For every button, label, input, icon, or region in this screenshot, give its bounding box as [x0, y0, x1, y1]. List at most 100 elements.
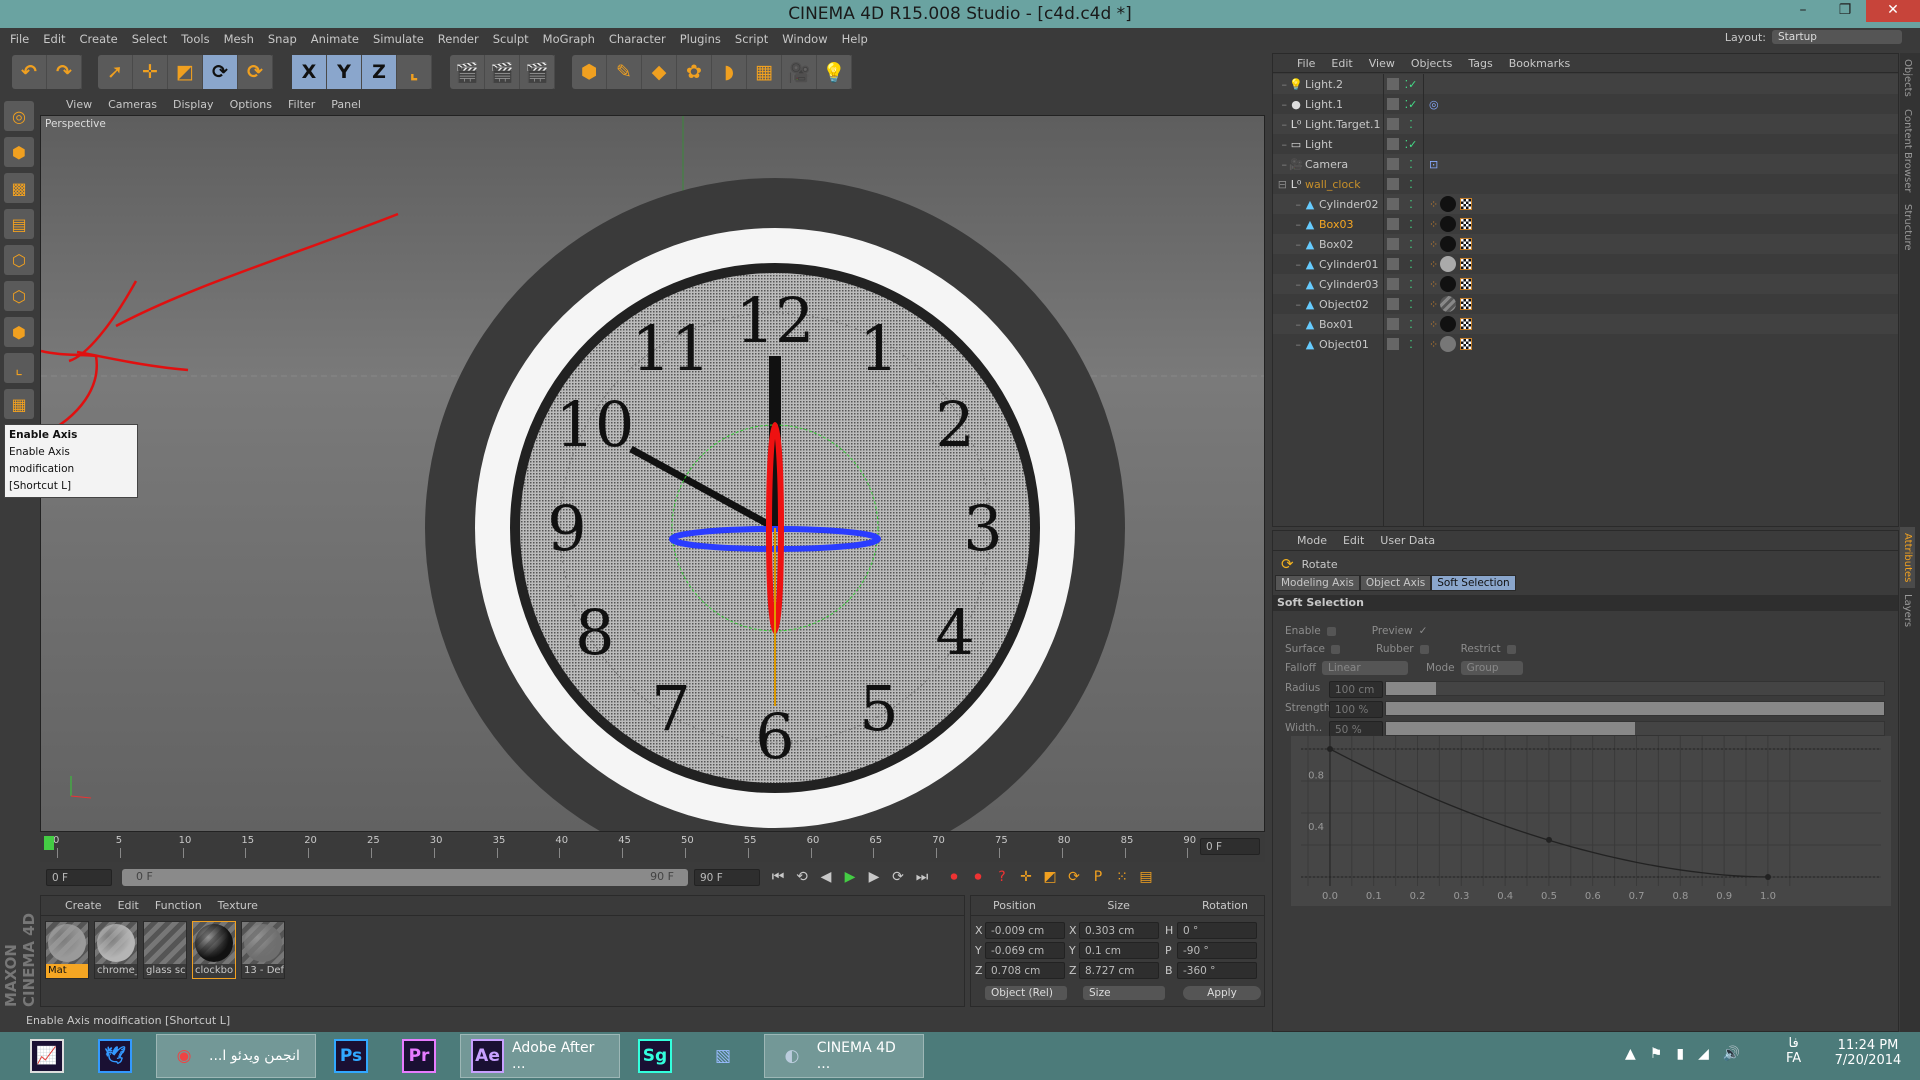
layout-dropdown[interactable]: Startup	[1772, 30, 1902, 44]
visibility-toggle[interactable]	[1387, 138, 1399, 150]
prev-frame-button[interactable]: ◀	[814, 866, 838, 888]
material-tag-icon[interactable]	[1440, 336, 1457, 352]
visibility-toggle[interactable]	[1387, 318, 1399, 330]
visibility-toggle[interactable]	[1387, 278, 1399, 290]
object-row-box03[interactable]: – ▲ Box03 ⁚ ⁘	[1273, 214, 1898, 234]
menu-mograph[interactable]: MoGraph	[543, 32, 595, 46]
preview-checkbox[interactable]: ✓	[1419, 625, 1428, 637]
tab-modeling-axis[interactable]: Modeling Axis	[1275, 575, 1360, 591]
move-button[interactable]: ✛	[133, 55, 168, 89]
enable-checkbox[interactable]	[1326, 626, 1336, 636]
curve-point[interactable]	[1765, 874, 1771, 880]
uvw-tag-icon[interactable]	[1460, 338, 1473, 350]
rotate-key-button[interactable]: ⟳	[1062, 866, 1086, 888]
visibility-toggle[interactable]	[1387, 258, 1399, 270]
object-row-camera[interactable]: – 🎥 Camera ⁚ ⊡	[1273, 154, 1898, 174]
viewport-menu-view[interactable]: View	[66, 98, 92, 111]
material-swatch[interactable]: 13 - Def	[241, 921, 285, 979]
attribute-menu-user-data[interactable]: User Data	[1380, 534, 1435, 547]
visibility-toggle[interactable]	[1387, 178, 1399, 190]
dots-icon[interactable]: ⁚	[1399, 218, 1423, 231]
object-menu-edit[interactable]: Edit	[1331, 57, 1352, 70]
object-row-cylinder02[interactable]: – ▲ Cylinder02 ⁚ ⁘	[1273, 194, 1898, 214]
battery-icon[interactable]: ▮	[1676, 1046, 1684, 1062]
size-x-field[interactable]: 0.303 cm	[1079, 922, 1159, 939]
target-tag-icon[interactable]: ◎	[1429, 98, 1439, 111]
timeline-ruler[interactable]: 0 5 10 15 20 25 30 35 40 45 50 55 60 65 70 75 80 85 90	[40, 834, 1265, 862]
coordinate-mode-dropdown[interactable]: Object (Rel)	[985, 986, 1067, 1000]
falloff-dropdown[interactable]: Linear	[1322, 661, 1409, 675]
visibility-toggle[interactable]	[1387, 98, 1399, 110]
object-row-object01[interactable]: – ▲ Object01 ⁚ ⁘	[1273, 334, 1898, 354]
taskbar-cinema4d[interactable]: ◐ CINEMA 4D ...	[764, 1034, 924, 1078]
size-z-field[interactable]: 8.727 cm	[1079, 962, 1159, 979]
y-axis-button[interactable]: Y	[327, 55, 362, 89]
tweak-button[interactable]: ▦	[4, 389, 34, 419]
taskbar-app[interactable]: ▧	[696, 1034, 756, 1078]
object-row-box01[interactable]: – ▲ Box01 ⁚ ⁘	[1273, 314, 1898, 334]
object-row-light-1[interactable]: – ● Light.1 ⁚✓ ◎	[1273, 94, 1898, 114]
side-tab-layers[interactable]: Layers	[1900, 588, 1915, 633]
make-editable-button[interactable]: ◎	[4, 101, 34, 131]
spline-pen-button[interactable]: ✎	[607, 55, 642, 89]
dots-icon[interactable]: ⁚	[1399, 318, 1423, 331]
material-tag-icon[interactable]	[1440, 236, 1457, 252]
object-menu-file[interactable]: File	[1297, 57, 1315, 70]
start-frame-field[interactable]: 0 F	[46, 869, 112, 886]
render-view-button[interactable]: 🎬	[450, 55, 485, 89]
menu-tools[interactable]: Tools	[181, 32, 209, 46]
cube-button[interactable]: ⬢	[572, 55, 607, 89]
model-mode-button[interactable]: ⬢	[4, 137, 34, 167]
end-frame-field[interactable]: 90 F	[694, 869, 760, 886]
menu-create[interactable]: Create	[80, 32, 118, 46]
visibility-toggle[interactable]	[1387, 218, 1399, 230]
restrict-checkbox[interactable]	[1506, 644, 1516, 654]
object-menu-objects[interactable]: Objects	[1411, 57, 1453, 70]
dots-icon[interactable]: ⁚	[1399, 298, 1423, 311]
subdivision-surface-button[interactable]: ◆	[642, 55, 677, 89]
go-to-end-button[interactable]: ⏭	[910, 866, 934, 888]
play-button[interactable]: ▶	[838, 866, 862, 888]
bend-deformer-button[interactable]: ◗	[712, 55, 747, 89]
phong-tag-icon[interactable]: ⁘	[1429, 338, 1438, 351]
prev-key-button[interactable]: ⟲	[790, 866, 814, 888]
tab-object-axis[interactable]: Object Axis	[1359, 575, 1432, 591]
menu-animate[interactable]: Animate	[311, 32, 359, 46]
texture-mode-button[interactable]: ▩	[4, 173, 34, 203]
tab-soft-selection[interactable]: Soft Selection	[1431, 575, 1516, 591]
uvw-tag-icon[interactable]	[1460, 198, 1473, 210]
enabled-check-icon[interactable]: ⁚✓	[1399, 98, 1423, 111]
frame-range-slider[interactable]: 0 F 90 F	[122, 869, 688, 886]
current-frame-field[interactable]: 0 F	[1200, 838, 1260, 855]
viewport-menu-options[interactable]: Options	[230, 98, 272, 111]
live-selection-button[interactable]: ➚	[98, 55, 133, 89]
volume-icon[interactable]: 🔊	[1723, 1046, 1740, 1062]
strength-slider[interactable]	[1385, 701, 1885, 716]
position-z-field[interactable]: 0.708 cm	[985, 962, 1065, 979]
apply-button[interactable]: Apply	[1183, 986, 1261, 1000]
uvw-tag-icon[interactable]	[1460, 218, 1473, 230]
menu-file[interactable]: File	[10, 32, 29, 46]
size-y-field[interactable]: 0.1 cm	[1079, 942, 1159, 959]
next-key-button[interactable]: ⟳	[886, 866, 910, 888]
material-swatch[interactable]: glass sci	[143, 921, 187, 979]
clock[interactable]: 11:24 PM 7/20/2014	[1820, 1038, 1916, 1068]
width-slider[interactable]	[1385, 721, 1885, 736]
size-mode-dropdown[interactable]: Size	[1083, 986, 1165, 1000]
maximize-button[interactable]: ❐	[1824, 0, 1866, 22]
attribute-menu-edit[interactable]: Edit	[1343, 534, 1364, 547]
dots-icon[interactable]: ⁚	[1399, 178, 1423, 191]
material-swatch[interactable]: clockbo	[192, 921, 236, 979]
object-menu-tags[interactable]: Tags	[1468, 57, 1492, 70]
menu-plugins[interactable]: Plugins	[680, 32, 721, 46]
object-row-object02[interactable]: – ▲ Object02 ⁚ ⁘	[1273, 294, 1898, 314]
object-row-cylinder01[interactable]: – ▲ Cylinder01 ⁚ ⁘	[1273, 254, 1898, 274]
viewport-menu-cameras[interactable]: Cameras	[108, 98, 157, 111]
menu-mesh[interactable]: Mesh	[224, 32, 254, 46]
mode-dropdown[interactable]: Group	[1460, 661, 1523, 675]
surface-checkbox[interactable]	[1331, 644, 1341, 654]
enabled-check-icon[interactable]: ⁚✓	[1399, 78, 1423, 91]
taskbar-after-effects[interactable]: Ae Adobe After ...	[460, 1034, 620, 1078]
uvw-tag-icon[interactable]	[1460, 238, 1473, 250]
material-menu-texture[interactable]: Texture	[218, 899, 258, 912]
